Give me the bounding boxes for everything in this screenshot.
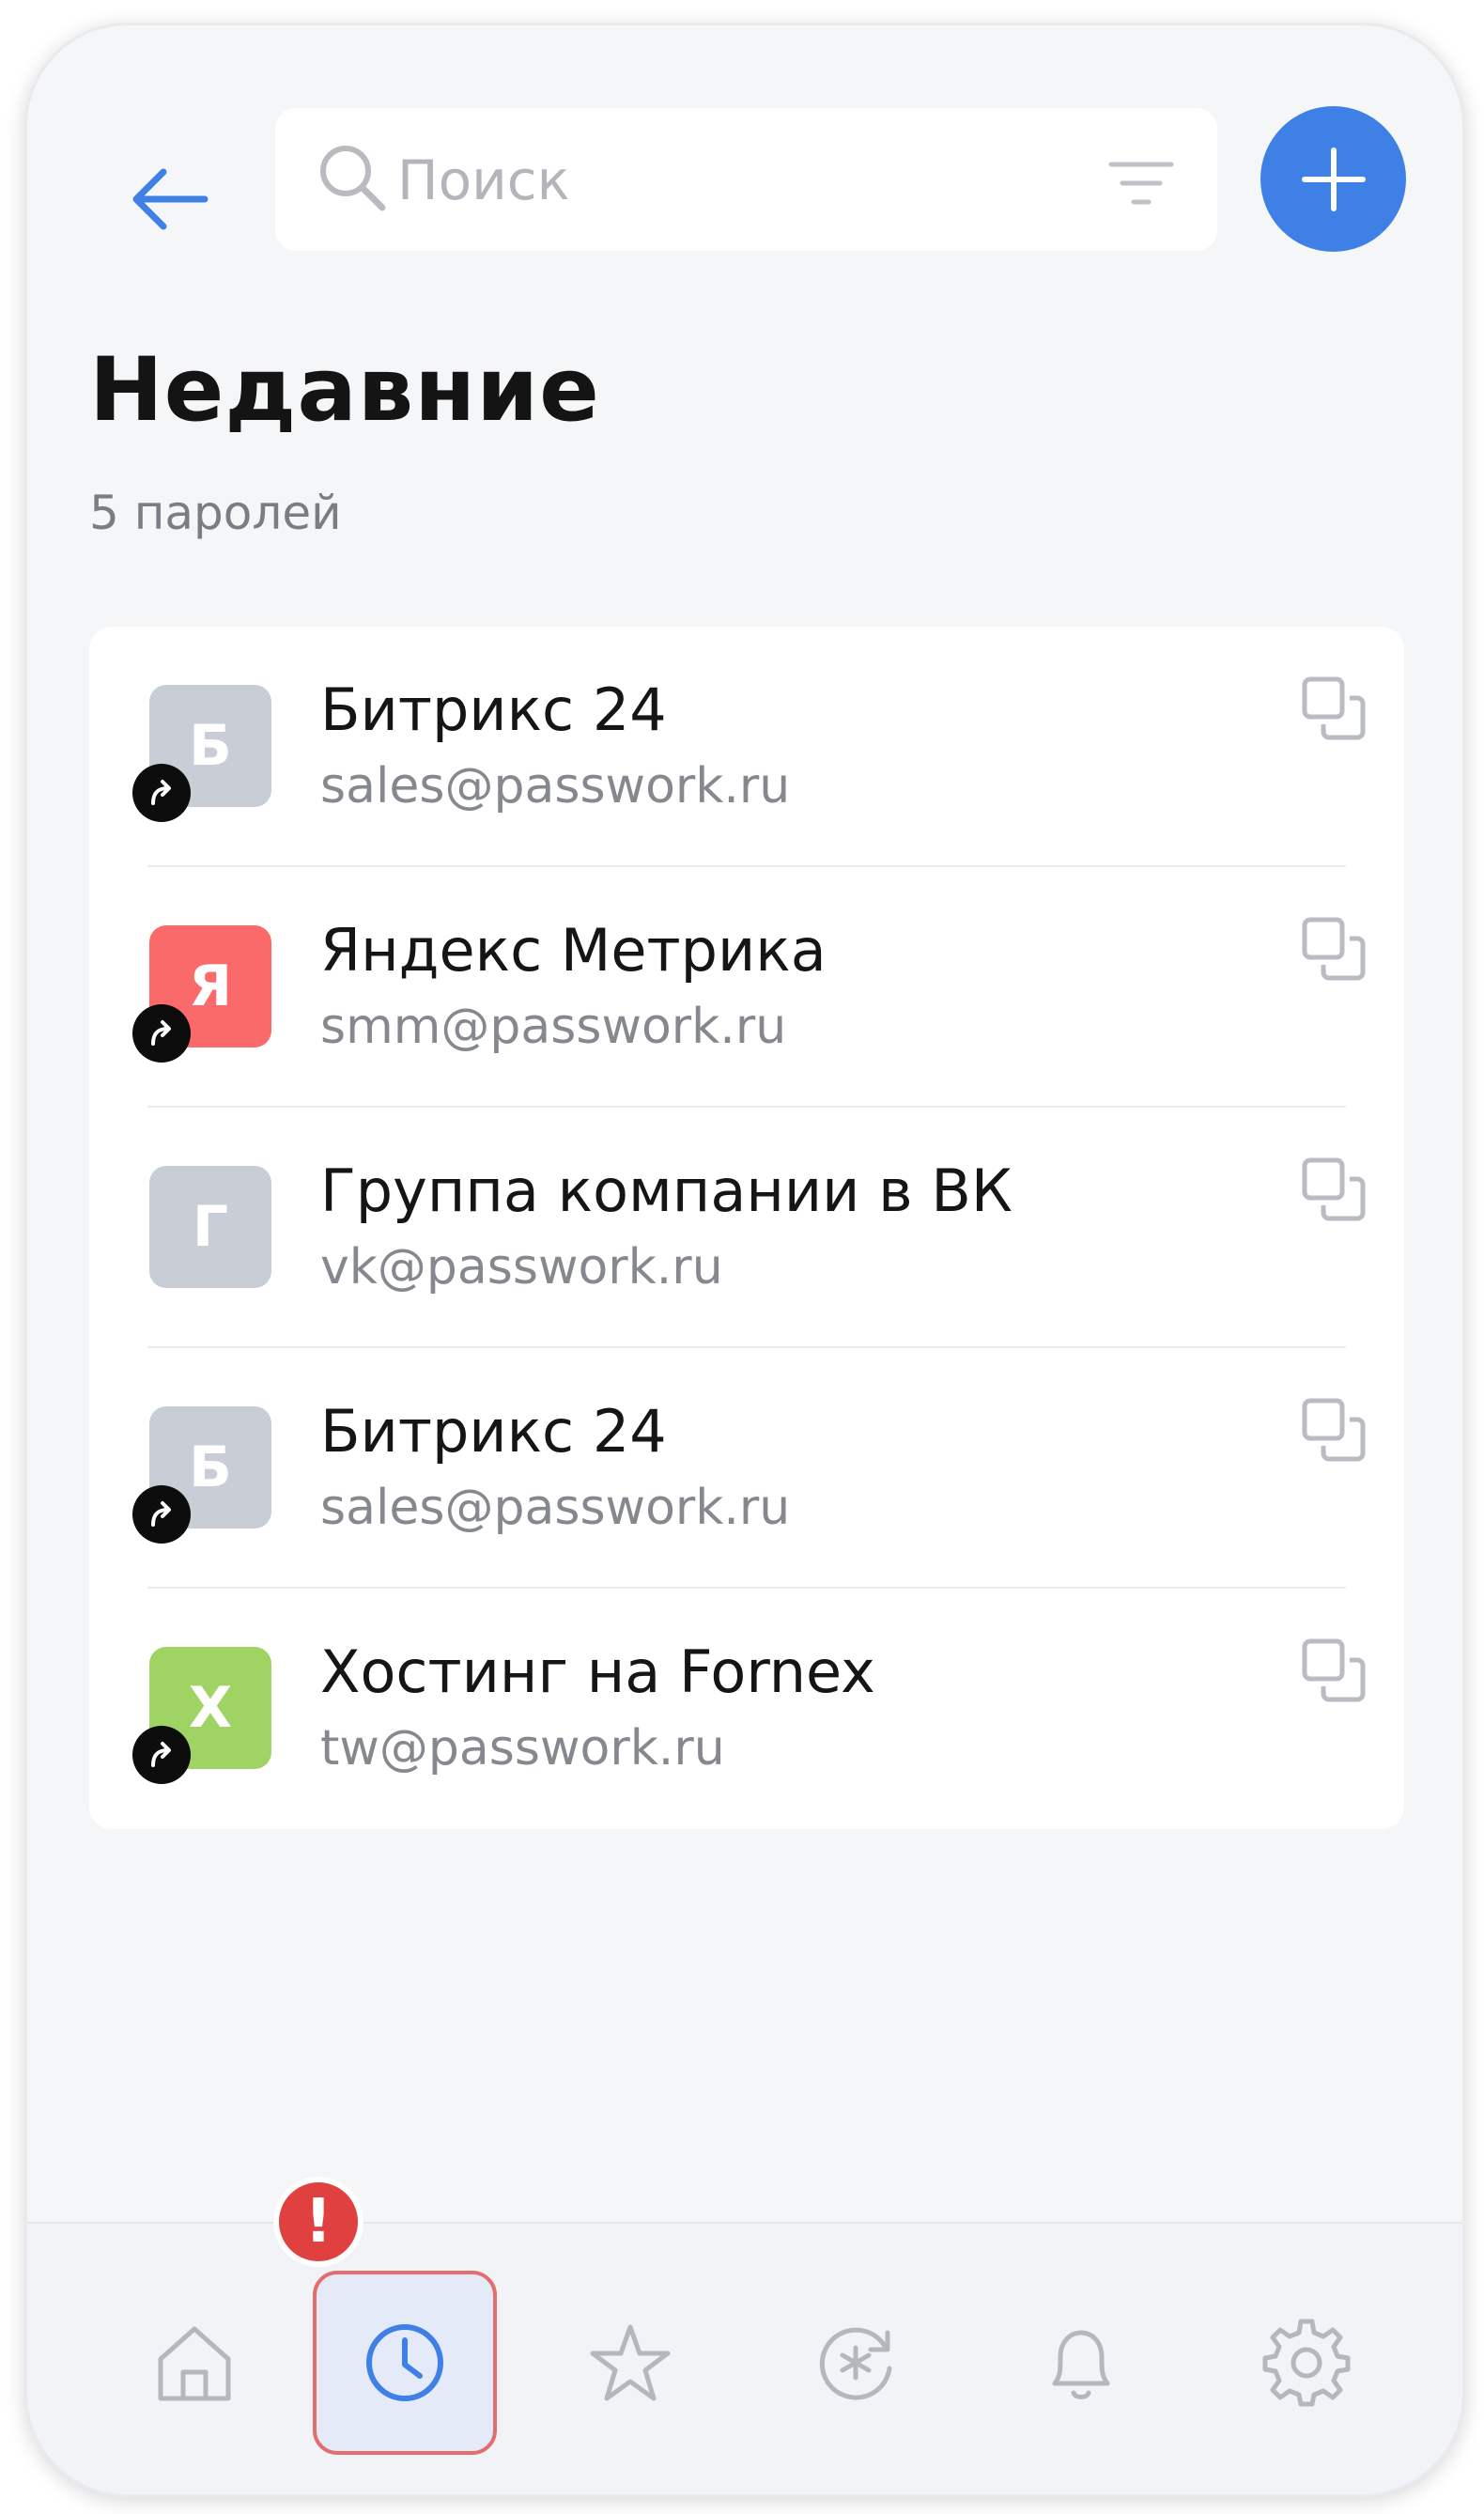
shared-link-icon bbox=[132, 764, 191, 822]
nav-notifications[interactable] bbox=[989, 2271, 1173, 2455]
item-login: sales@passwork.ru bbox=[320, 1480, 791, 1536]
item-login: smm@passwork.ru bbox=[320, 999, 787, 1055]
bottom-navigation: ! bbox=[27, 2177, 1462, 2494]
nav-password-generator[interactable] bbox=[764, 2271, 948, 2455]
item-login: sales@passwork.ru bbox=[320, 758, 791, 815]
shared-link-icon bbox=[132, 1004, 191, 1063]
password-refresh-icon bbox=[819, 2327, 892, 2400]
item-name: Хостинг на Fornex bbox=[320, 1637, 875, 1706]
nav-settings[interactable] bbox=[1214, 2271, 1399, 2455]
password-item[interactable]: Б Битрикс 24 sales@passwork.ru bbox=[89, 1348, 1404, 1589]
app-screen: Недавние 5 паролей ББитрикс 24sales@pass… bbox=[24, 23, 1465, 2497]
clock-icon bbox=[366, 2324, 443, 2401]
copy-icon[interactable] bbox=[1301, 916, 1367, 982]
filter-icon[interactable] bbox=[1107, 155, 1175, 211]
gear-icon bbox=[1262, 2319, 1351, 2407]
item-login: tw@passwork.ru bbox=[320, 1720, 725, 1777]
password-item[interactable]: Г Группа компании в ВК vk@passwork.ru bbox=[89, 1108, 1404, 1348]
shared-link-icon bbox=[132, 1485, 191, 1544]
item-name: Группа компании в ВК bbox=[320, 1156, 1013, 1225]
nav-recent[interactable] bbox=[313, 2271, 497, 2455]
item-name: Битрикс 24 bbox=[320, 1397, 667, 1466]
copy-icon[interactable] bbox=[1301, 1397, 1367, 1463]
bell-icon bbox=[1052, 2330, 1110, 2399]
add-password-button[interactable] bbox=[1260, 106, 1406, 252]
page-title: Недавние bbox=[89, 339, 600, 442]
search-bar bbox=[275, 108, 1217, 251]
password-count: 5 паролей bbox=[89, 486, 342, 540]
copy-icon[interactable] bbox=[1301, 675, 1367, 741]
back-button[interactable] bbox=[117, 147, 221, 251]
arrow-left-icon bbox=[132, 168, 209, 230]
item-name: Битрикс 24 bbox=[320, 675, 667, 744]
search-icon bbox=[320, 146, 386, 211]
password-item[interactable]: Х Хостинг на Fornex tw@passwork.ru bbox=[89, 1589, 1404, 1829]
plus-icon bbox=[1301, 147, 1366, 211]
item-avatar: Г bbox=[149, 1166, 271, 1288]
password-item[interactable]: Я Яндекс Метрика smm@passwork.ru bbox=[89, 867, 1404, 1108]
home-icon bbox=[158, 2326, 231, 2401]
copy-icon[interactable] bbox=[1301, 1156, 1367, 1222]
nav-home[interactable] bbox=[102, 2271, 286, 2455]
copy-icon[interactable] bbox=[1301, 1637, 1367, 1703]
shared-link-icon bbox=[132, 1726, 191, 1784]
star-icon bbox=[590, 2324, 671, 2401]
password-item[interactable]: Б Битрикс 24 sales@passwork.ru bbox=[89, 627, 1404, 867]
alert-badge: ! bbox=[273, 2177, 363, 2267]
search-input[interactable] bbox=[395, 132, 1057, 228]
item-login: vk@passwork.ru bbox=[320, 1239, 723, 1296]
item-name: Яндекс Метрика bbox=[320, 916, 827, 985]
password-list: Б Битрикс 24 sales@passwork.ru Я Яндекс Метр… bbox=[89, 627, 1404, 1829]
nav-favorites[interactable] bbox=[538, 2271, 722, 2455]
